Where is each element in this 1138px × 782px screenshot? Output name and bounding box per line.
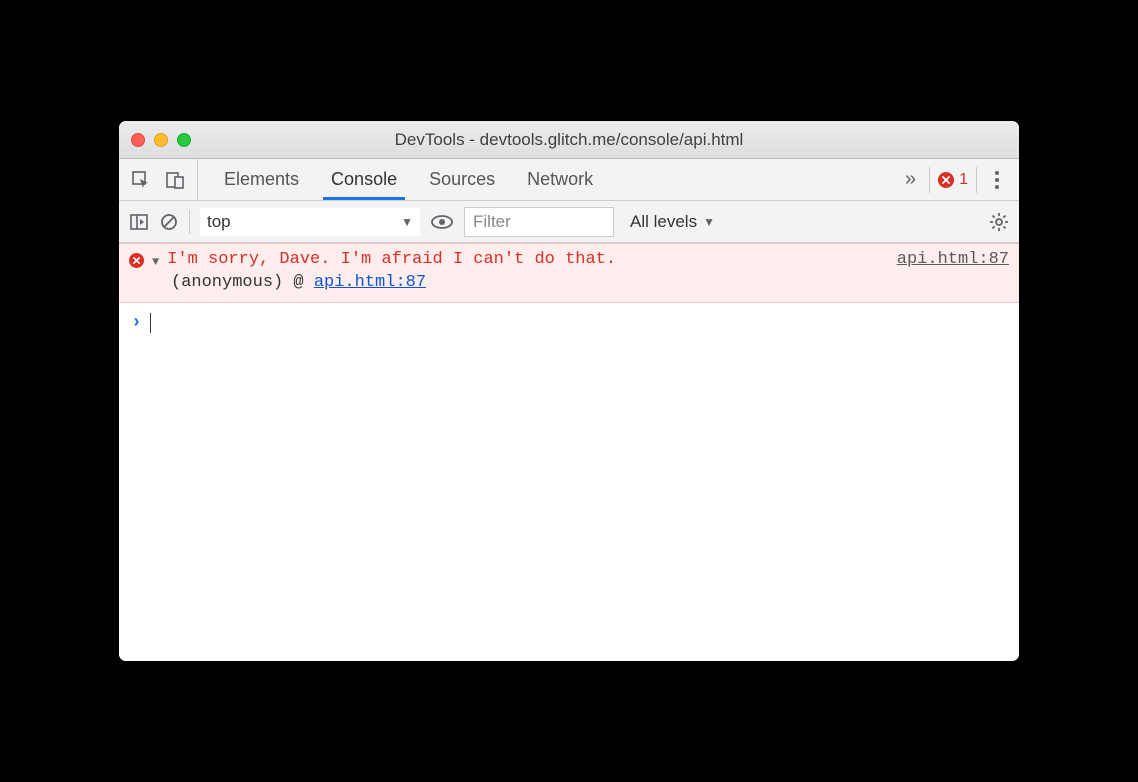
more-tabs-icon[interactable]: » <box>899 168 919 191</box>
live-expression-icon[interactable] <box>430 213 454 231</box>
console-prompt[interactable]: › <box>119 303 1019 343</box>
clear-console-icon[interactable] <box>159 212 179 232</box>
stack-trace-line: (anonymous) @ api.html:87 <box>129 273 1009 292</box>
error-source-link[interactable]: api.html:87 <box>897 250 1009 269</box>
trace-source-link[interactable]: api.html:87 <box>314 273 426 292</box>
window-title: DevTools - devtools.glitch.me/console/ap… <box>131 130 1007 150</box>
window-titlebar: DevTools - devtools.glitch.me/console/ap… <box>119 121 1019 159</box>
tab-network[interactable]: Network <box>511 159 609 200</box>
devtools-window: DevTools - devtools.glitch.me/console/ap… <box>119 121 1019 661</box>
maximize-window-button[interactable] <box>177 133 191 147</box>
dropdown-icon: ▼ <box>401 215 413 229</box>
tab-sources[interactable]: Sources <box>413 159 511 200</box>
toolbar-separator <box>189 210 190 234</box>
console-settings-icon[interactable] <box>989 212 1009 232</box>
levels-label: All levels <box>630 212 697 232</box>
inspect-element-icon[interactable] <box>131 170 151 190</box>
prompt-chevron-icon: › <box>131 313 142 333</box>
disclosure-triangle-icon[interactable]: ▼ <box>152 255 159 269</box>
error-icon <box>938 172 954 188</box>
panel-tabs: Elements Console Sources Network <box>198 159 609 200</box>
close-window-button[interactable] <box>131 133 145 147</box>
error-message-text: I'm sorry, Dave. I'm afraid I can't do t… <box>167 250 889 269</box>
text-cursor <box>150 313 151 333</box>
error-count-number: 1 <box>959 171 968 189</box>
dropdown-icon: ▼ <box>703 215 715 229</box>
trace-function-name: (anonymous) <box>171 273 283 292</box>
tabbar-right-controls: » 1 <box>899 159 1013 200</box>
trace-at-symbol: @ <box>293 273 303 292</box>
filter-input[interactable] <box>464 207 614 237</box>
tab-elements[interactable]: Elements <box>208 159 315 200</box>
console-error-row: ▼ I'm sorry, Dave. I'm afraid I can't do… <box>119 243 1019 303</box>
error-icon <box>129 253 144 268</box>
log-levels-selector[interactable]: All levels ▼ <box>624 212 721 232</box>
toggle-sidebar-icon[interactable] <box>129 212 149 232</box>
error-count-badge[interactable]: 1 <box>929 167 977 193</box>
context-selector[interactable]: top ▼ <box>200 208 420 236</box>
device-toolbar-icon[interactable] <box>165 170 185 190</box>
console-output: ▼ I'm sorry, Dave. I'm afraid I can't do… <box>119 243 1019 661</box>
context-label: top <box>207 212 231 232</box>
devtools-tabbar: Elements Console Sources Network » 1 <box>119 159 1019 201</box>
tabbar-left-controls <box>125 159 198 200</box>
minimize-window-button[interactable] <box>154 133 168 147</box>
traffic-lights <box>131 133 191 147</box>
error-main-line: ▼ I'm sorry, Dave. I'm afraid I can't do… <box>129 250 1009 269</box>
more-options-icon[interactable] <box>987 167 1007 193</box>
tab-console[interactable]: Console <box>315 159 413 200</box>
console-toolbar: top ▼ All levels ▼ <box>119 201 1019 243</box>
